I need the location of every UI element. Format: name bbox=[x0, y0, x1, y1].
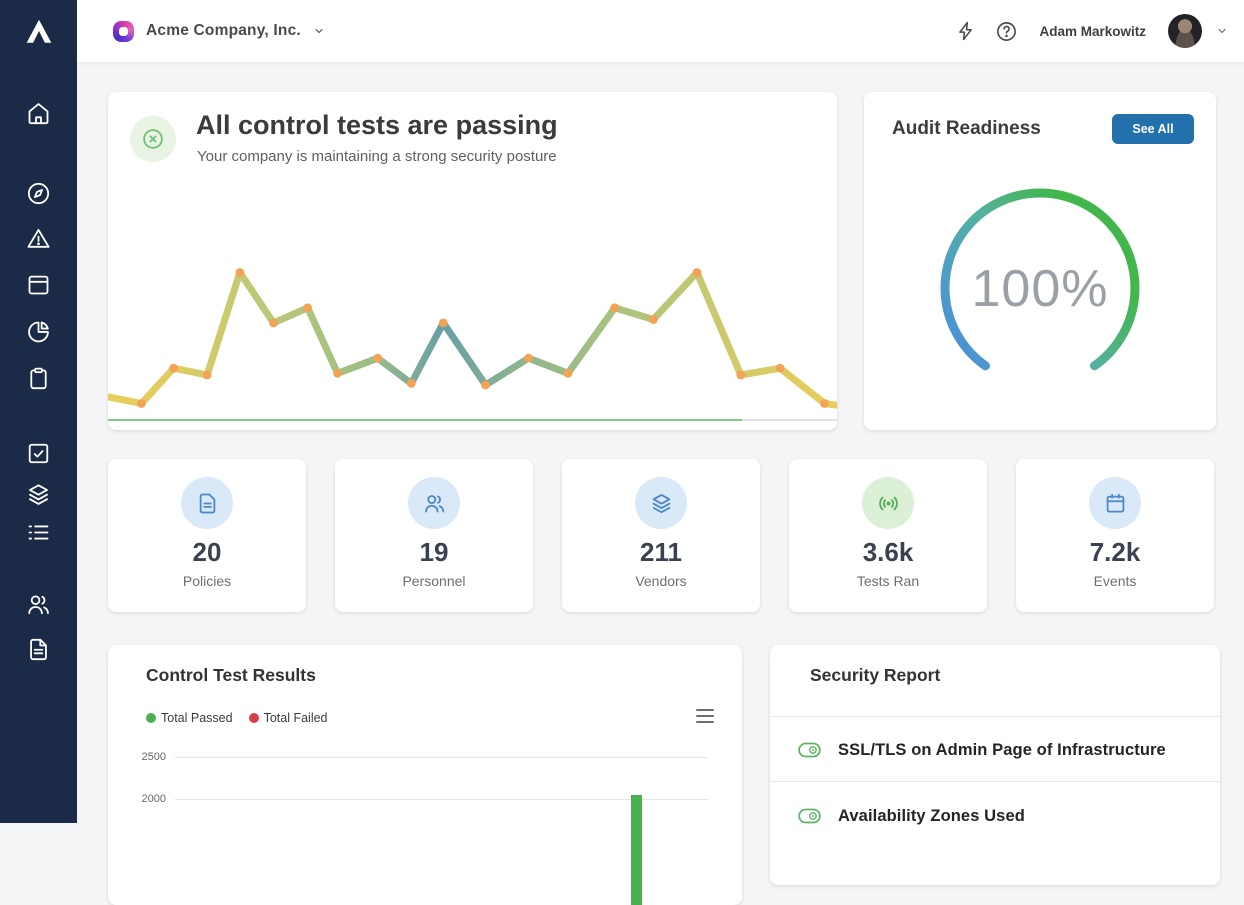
readiness-gauge: 100% bbox=[935, 183, 1145, 393]
clipboard-icon bbox=[25, 365, 52, 392]
audit-readiness-title: Audit Readiness bbox=[892, 118, 1041, 140]
total-passed-bar bbox=[631, 795, 642, 905]
brand-a-icon bbox=[24, 17, 54, 45]
divider bbox=[770, 781, 1220, 782]
stat-label: Personnel bbox=[335, 573, 533, 589]
stat-icon-circle bbox=[408, 477, 460, 529]
stat-label: Vendors bbox=[562, 573, 760, 589]
user-menu-chevron-icon[interactable] bbox=[1216, 25, 1228, 37]
stat-icon-circle bbox=[862, 477, 914, 529]
stat-card-tests-ran[interactable]: 3.6k Tests Ran bbox=[789, 459, 987, 612]
stat-value: 211 bbox=[562, 537, 760, 568]
company-name: Acme Company, Inc. bbox=[146, 22, 301, 40]
sidebar-item-documents[interactable] bbox=[25, 636, 52, 663]
user-name: Adam Markowitz bbox=[1039, 24, 1146, 39]
list-icon bbox=[25, 519, 52, 546]
hero-title: All control tests are passing bbox=[196, 110, 558, 141]
broadcast-icon bbox=[876, 491, 901, 516]
pie-chart-icon bbox=[25, 318, 52, 345]
sidebar-item-personnel[interactable] bbox=[25, 591, 52, 618]
stat-value: 20 bbox=[108, 537, 306, 568]
legend-label: Total Failed bbox=[264, 711, 328, 725]
users-icon bbox=[25, 591, 52, 618]
file-text-icon bbox=[25, 636, 52, 663]
stat-value: 3.6k bbox=[789, 537, 987, 568]
layers-icon bbox=[25, 481, 52, 508]
sidebar-item-tasks[interactable] bbox=[25, 519, 52, 546]
red-dot-icon bbox=[249, 713, 259, 723]
help-circle-icon bbox=[995, 20, 1018, 43]
divider bbox=[770, 716, 1220, 717]
security-item-label: SSL/TLS on Admin Page of Infrastructure bbox=[838, 741, 1166, 760]
sidebar-item-risk[interactable] bbox=[25, 225, 52, 252]
lightning-icon bbox=[955, 20, 977, 42]
company-selector[interactable]: Acme Company, Inc. bbox=[113, 14, 325, 48]
chart-legend: Total Passed Total Failed bbox=[146, 711, 328, 725]
quick-actions-button[interactable] bbox=[953, 18, 979, 44]
avatar[interactable] bbox=[1168, 14, 1202, 48]
control-tests-status-card: All control tests are passing Your compa… bbox=[108, 92, 837, 430]
sidebar-item-home[interactable] bbox=[25, 100, 52, 127]
sidebar-item-tests[interactable] bbox=[25, 481, 52, 508]
status-badge bbox=[130, 116, 176, 162]
sidebar bbox=[0, 0, 77, 823]
stat-label: Policies bbox=[108, 573, 306, 589]
security-report-card: Security Report SSL/TLS on Admin Page of… bbox=[770, 645, 1220, 885]
stat-card-policies[interactable]: 20 Policies bbox=[108, 459, 306, 612]
help-button[interactable] bbox=[993, 18, 1019, 44]
users-icon bbox=[422, 491, 447, 516]
check-square-icon bbox=[25, 440, 52, 467]
monitor-toggle-icon bbox=[798, 808, 821, 824]
sparkline-svg bbox=[108, 250, 837, 430]
legend-total-failed: Total Failed bbox=[249, 711, 328, 725]
document-icon bbox=[195, 491, 220, 516]
gridline-2500: 2500 bbox=[108, 757, 742, 769]
stat-value: 19 bbox=[335, 537, 533, 568]
chart-menu-button[interactable] bbox=[696, 709, 714, 723]
top-actions: Adam Markowitz bbox=[953, 0, 1228, 62]
top-bar: Acme Company, Inc. Adam Markowitz bbox=[77, 0, 1244, 62]
trend-sparkline-chart bbox=[108, 250, 837, 430]
hero-subtitle: Your company is maintaining a strong sec… bbox=[197, 148, 557, 165]
sidebar-item-policies[interactable] bbox=[25, 365, 52, 392]
gridline-2000: 2000 bbox=[108, 799, 742, 811]
legend-total-passed: Total Passed bbox=[146, 711, 233, 725]
x-circle-icon bbox=[140, 126, 166, 152]
control-test-results-title: Control Test Results bbox=[146, 665, 316, 686]
sidebar-item-reports[interactable] bbox=[25, 318, 52, 345]
stat-label: Events bbox=[1016, 573, 1214, 589]
control-test-results-card: Control Test Results Total Passed Total … bbox=[108, 645, 742, 905]
compass-icon bbox=[25, 180, 52, 207]
stat-value: 7.2k bbox=[1016, 537, 1214, 568]
stat-label: Tests Ran bbox=[789, 573, 987, 589]
app-logo[interactable] bbox=[0, 0, 77, 62]
legend-label: Total Passed bbox=[161, 711, 233, 725]
readiness-percent: 100% bbox=[935, 259, 1145, 319]
sidebar-item-frameworks[interactable] bbox=[25, 271, 52, 298]
stat-card-personnel[interactable]: 19 Personnel bbox=[335, 459, 533, 612]
security-report-item[interactable]: Availability Zones Used bbox=[770, 793, 1220, 839]
security-report-item[interactable]: SSL/TLS on Admin Page of Infrastructure bbox=[770, 727, 1220, 773]
company-logo-icon bbox=[113, 21, 134, 42]
see-all-button[interactable]: See All bbox=[1112, 114, 1194, 144]
home-icon bbox=[25, 100, 52, 127]
chevron-down-icon bbox=[313, 25, 325, 37]
y-tick-label: 2500 bbox=[138, 751, 166, 763]
monitor-toggle-icon bbox=[798, 742, 821, 758]
calendar-icon bbox=[25, 271, 52, 298]
sidebar-item-controls[interactable] bbox=[25, 440, 52, 467]
stat-icon-circle bbox=[1089, 477, 1141, 529]
stat-card-vendors[interactable]: 211 Vendors bbox=[562, 459, 760, 612]
y-tick-label: 2000 bbox=[138, 793, 166, 805]
calendar-icon bbox=[1103, 491, 1128, 516]
layers-icon bbox=[649, 491, 674, 516]
audit-readiness-card: Audit Readiness See All 100% bbox=[864, 92, 1216, 430]
alert-triangle-icon bbox=[25, 225, 52, 252]
stat-icon-circle bbox=[635, 477, 687, 529]
green-dot-icon bbox=[146, 713, 156, 723]
stat-icon-circle bbox=[181, 477, 233, 529]
stat-card-events[interactable]: 7.2k Events bbox=[1016, 459, 1214, 612]
sidebar-item-monitoring[interactable] bbox=[25, 180, 52, 207]
security-report-title: Security Report bbox=[810, 665, 940, 686]
